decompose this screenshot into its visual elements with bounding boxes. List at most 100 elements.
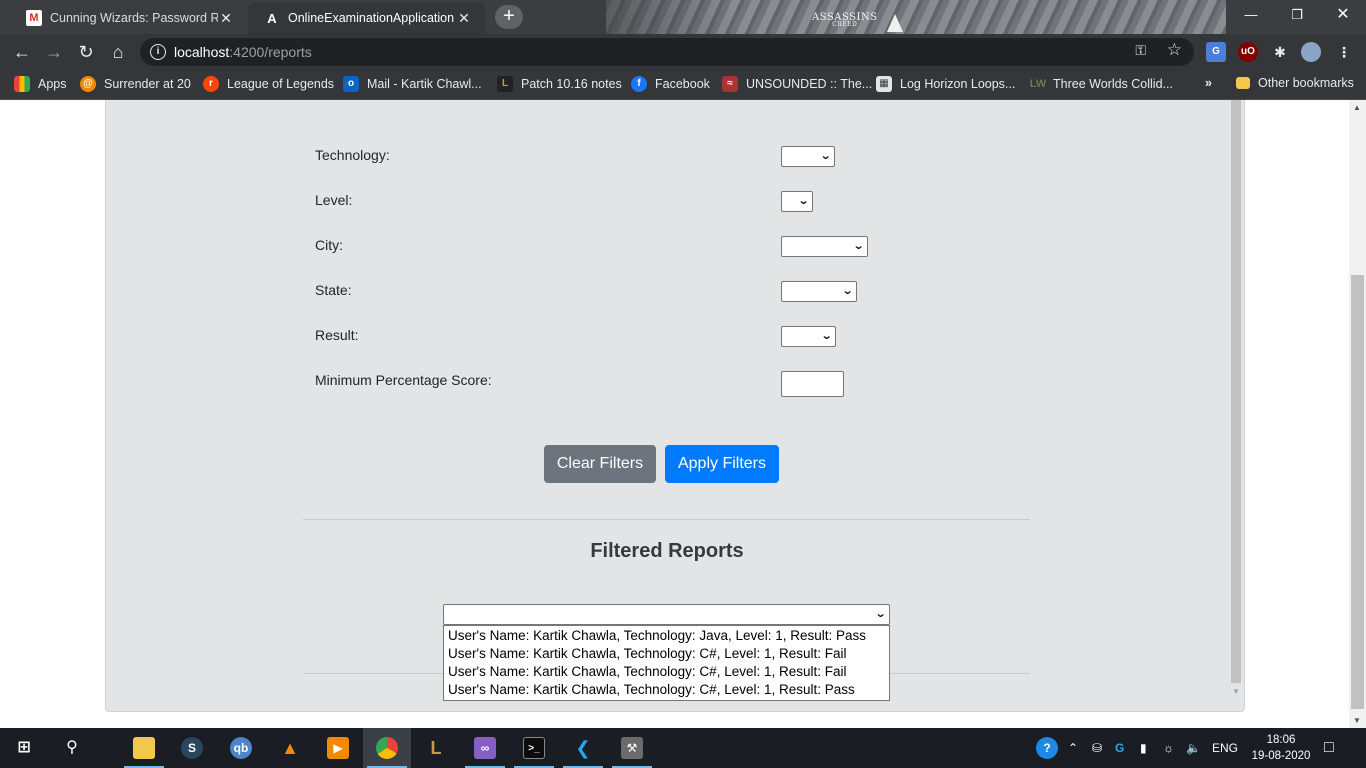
- report-option[interactable]: User's Name: Kartik Chawla, Technology: …: [444, 681, 889, 699]
- key-icon[interactable]: ⚿: [1135, 42, 1146, 59]
- page-viewport: Technology: ⌄ Level: ⌄ City: ⌄ State: ⌄ …: [0, 100, 1349, 728]
- close-window-button[interactable]: ✕: [1320, 0, 1366, 30]
- video-player-icon: ▶: [327, 737, 349, 759]
- chevron-down-icon: ⌄: [797, 195, 810, 207]
- scroll-down-arrow-icon[interactable]: ▼: [1353, 716, 1361, 725]
- tab-strip: ASSASSINS CREED M Cunning Wizards: Passw…: [0, 0, 1366, 34]
- result-label: Result:: [315, 327, 359, 343]
- file-explorer-button[interactable]: [120, 728, 168, 768]
- bookmark-mail[interactable]: o Mail - Kartik Chawl...: [343, 76, 482, 92]
- terminal-button[interactable]: >_: [510, 728, 558, 768]
- visual-studio-button[interactable]: ∞: [461, 728, 509, 768]
- wifi-icon[interactable]: ☼: [1163, 728, 1174, 768]
- card-scrollbar-thumb[interactable]: [1231, 100, 1241, 683]
- unsounded-icon: ≈: [722, 76, 738, 92]
- report-option[interactable]: User's Name: Kartik Chawla, Technology: …: [444, 645, 889, 663]
- tools-button[interactable]: ⚒: [608, 728, 656, 768]
- min-score-label: Minimum Percentage Score:: [315, 372, 492, 388]
- minimize-button[interactable]: —: [1228, 0, 1274, 30]
- card-scrollbar[interactable]: ▼: [1229, 100, 1241, 699]
- vlc-button[interactable]: ▲: [266, 728, 314, 768]
- home-icon[interactable]: ⌂: [106, 40, 130, 64]
- windows-start-button[interactable]: ⊞: [0, 728, 48, 768]
- steam-button[interactable]: S: [168, 728, 216, 768]
- steam-icon: S: [181, 737, 203, 759]
- browser-toolbar: ← → ↻ ⌂ i localhost:4200/reports ⚿ ☆: [0, 34, 1366, 70]
- league-client-button[interactable]: L: [412, 728, 460, 768]
- restore-button[interactable]: ❐: [1274, 0, 1320, 30]
- media-player-button[interactable]: ▶: [314, 728, 362, 768]
- scroll-up-arrow-icon[interactable]: ▲: [1353, 103, 1361, 112]
- filters-card: Technology: ⌄ Level: ⌄ City: ⌄ State: ⌄ …: [105, 100, 1245, 712]
- outlook-icon: o: [343, 76, 359, 92]
- google-translate-icon[interactable]: G: [1206, 42, 1226, 62]
- vscode-button[interactable]: ❮: [559, 728, 607, 768]
- g-tray-icon[interactable]: G: [1115, 728, 1124, 768]
- technology-select[interactable]: ⌄: [781, 146, 835, 167]
- info-icon[interactable]: i: [150, 44, 166, 60]
- reload-icon[interactable]: ↻: [74, 40, 98, 64]
- page-scrollbar[interactable]: ▲ ▼: [1349, 100, 1366, 728]
- new-tab-button[interactable]: +: [495, 5, 523, 29]
- reports-select[interactable]: ⌄: [443, 604, 890, 625]
- terminal-icon: >_: [523, 737, 545, 759]
- show-hidden-icons-chevron-icon[interactable]: ⌃: [1068, 728, 1078, 768]
- bookmark-three-worlds[interactable]: LW Three Worlds Collid...: [1029, 76, 1173, 92]
- tab-gmail[interactable]: M Cunning Wizards: Password Rese ✕: [10, 2, 248, 34]
- state-label: State:: [315, 282, 352, 298]
- database-tray-icon[interactable]: ⛁: [1092, 728, 1102, 768]
- chrome-icon: [376, 737, 398, 759]
- url-text[interactable]: localhost:4200/reports: [174, 44, 312, 60]
- bookmark-league-of-legends[interactable]: r League of Legends: [203, 76, 334, 92]
- notifications-icon[interactable]: □: [1324, 728, 1334, 768]
- menu-kebab-icon[interactable]: ⋮: [1334, 42, 1354, 62]
- bookmark-apps[interactable]: Apps: [14, 76, 67, 92]
- report-option[interactable]: User's Name: Kartik Chawla, Technology: …: [444, 627, 889, 645]
- chrome-button[interactable]: [363, 728, 411, 768]
- qbittorrent-icon: qb: [230, 737, 252, 759]
- volume-icon[interactable]: 🔈: [1186, 728, 1201, 768]
- qbittorrent-button[interactable]: qb: [217, 728, 265, 768]
- vlc-cone-icon: ▲: [281, 738, 299, 758]
- bookmark-star-icon[interactable]: ☆: [1167, 40, 1182, 60]
- search-button[interactable]: ⚲: [48, 728, 96, 768]
- language-indicator[interactable]: ENG: [1212, 728, 1238, 768]
- result-select[interactable]: ⌄: [781, 326, 836, 347]
- league-icon: L: [430, 738, 442, 758]
- city-select[interactable]: ⌄: [781, 236, 868, 257]
- page-scrollbar-thumb[interactable]: [1351, 275, 1364, 709]
- other-bookmarks-folder[interactable]: Other bookmarks: [1236, 76, 1354, 90]
- bookmark-surrender-at-20[interactable]: @ Surrender at 20: [80, 76, 191, 92]
- chevron-down-icon: ⌄: [852, 240, 865, 252]
- clear-filters-button[interactable]: Clear Filters: [544, 445, 656, 483]
- report-option[interactable]: User's Name: Kartik Chawla, Technology: …: [444, 663, 889, 681]
- surrender-icon: @: [80, 76, 96, 92]
- system-clock[interactable]: 18:06 19-08-2020: [1248, 732, 1314, 764]
- scroll-down-arrow-icon[interactable]: ▼: [1231, 687, 1241, 699]
- bookmarks-overflow-button[interactable]: »: [1205, 76, 1212, 90]
- min-score-input[interactable]: [781, 371, 844, 397]
- close-tab-icon[interactable]: ✕: [218, 10, 234, 27]
- bookmark-log-horizon[interactable]: ▦ Log Horizon Loops...: [876, 76, 1015, 92]
- ublock-icon[interactable]: uO: [1238, 42, 1258, 62]
- bookmark-patch-notes[interactable]: L Patch 10.16 notes: [497, 76, 622, 92]
- forward-arrow-icon[interactable]: →: [42, 40, 66, 64]
- bookmark-unsounded[interactable]: ≈ UNSOUNDED :: The...: [722, 76, 872, 92]
- avatar[interactable]: [1301, 42, 1321, 62]
- help-tray-icon[interactable]: ?: [1036, 728, 1058, 768]
- back-arrow-icon[interactable]: ←: [10, 40, 34, 64]
- extensions-puzzle-icon[interactable]: ✱: [1270, 42, 1290, 62]
- level-select[interactable]: ⌄: [781, 191, 813, 212]
- apply-filters-button[interactable]: Apply Filters: [665, 445, 779, 483]
- vscode-icon: ❮: [575, 738, 591, 758]
- reports-dropdown-list: User's Name: Kartik Chawla, Technology: …: [443, 625, 890, 701]
- taskbar: ⊞ ⚲ S qb ▲ ▶ L ∞ >_ ❮ ⚒ ? ⌃ ⛁ G ▮ ☼ 🔈 EN…: [0, 728, 1366, 768]
- folder-icon: [133, 737, 155, 759]
- battery-icon[interactable]: ▮: [1140, 728, 1147, 768]
- gmail-icon: M: [26, 10, 42, 26]
- bookmark-facebook[interactable]: f Facebook: [631, 76, 710, 92]
- tab-online-examination[interactable]: A OnlineExaminationApplication ✕: [248, 2, 486, 34]
- state-select[interactable]: ⌄: [781, 281, 857, 302]
- close-tab-icon[interactable]: ✕: [456, 10, 472, 27]
- address-bar[interactable]: i localhost:4200/reports ⚿ ☆: [140, 38, 1194, 66]
